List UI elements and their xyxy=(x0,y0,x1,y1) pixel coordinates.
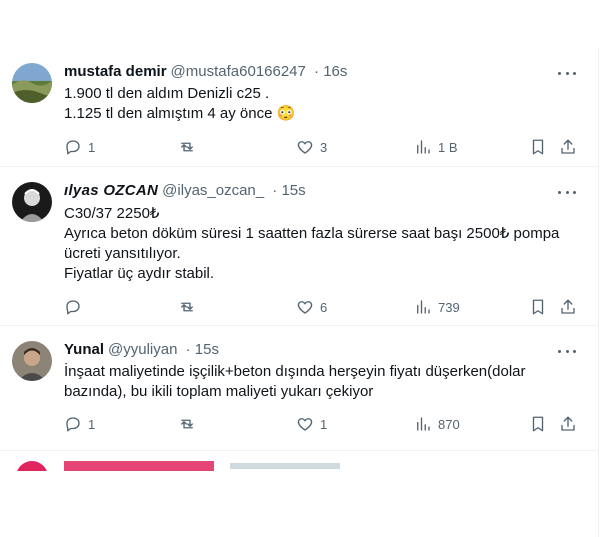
more-icon[interactable] xyxy=(558,63,576,83)
view-count: 739 xyxy=(438,299,460,315)
bookmark-icon xyxy=(532,299,544,315)
bookmark-button[interactable] xyxy=(529,137,547,157)
avatar[interactable] xyxy=(12,63,52,103)
timestamp[interactable]: 16s xyxy=(323,63,347,80)
reply-icon xyxy=(66,140,80,155)
view-count: 870 xyxy=(438,416,460,432)
tweet-line: 1.125 tl den almıştım 4 ay önce 😳 xyxy=(64,105,296,122)
tweet-text: 1.900 tl den aldım Denizli c25 . 1.125 t… xyxy=(64,84,574,124)
timestamp[interactable]: 15s xyxy=(195,341,219,358)
like-icon xyxy=(297,418,313,431)
share-icon xyxy=(561,139,575,154)
tweet-text: C30/37 2250₺ Ayrıca beton döküm süresi 1… xyxy=(64,204,574,284)
reply-icon xyxy=(66,417,80,432)
retweet-icon xyxy=(181,419,193,429)
views-icon xyxy=(417,140,430,154)
handle[interactable]: @mustafa60166247 xyxy=(171,63,306,80)
tweet-4-partial[interactable] xyxy=(0,451,598,471)
tweet-line: ücreti yansıtılıyor. xyxy=(64,245,181,262)
share-icon xyxy=(561,416,575,431)
like-button[interactable]: 3 xyxy=(296,137,327,157)
views-button[interactable]: 1 B xyxy=(414,137,458,157)
views-icon xyxy=(417,300,430,314)
like-icon xyxy=(297,141,313,154)
reply-button[interactable]: 1 xyxy=(64,137,95,157)
reply-count: 1 xyxy=(88,139,96,155)
tweet-actions: 1 3 1 B xyxy=(64,137,576,157)
bookmark-button[interactable] xyxy=(529,297,547,317)
like-button[interactable]: 6 xyxy=(296,297,327,317)
bookmark-icon xyxy=(532,139,544,155)
views-icon xyxy=(417,417,430,431)
like-icon xyxy=(297,301,313,314)
views-button[interactable]: 870 xyxy=(414,414,460,434)
tweet-1[interactable]: mustafa demir @mustafa60166247 · 16s 1.90… xyxy=(0,47,598,167)
handle[interactable]: @yyuliyan xyxy=(108,341,177,358)
display-name[interactable]: ılyas OZCAN xyxy=(64,182,158,199)
tweet-text: İnşaat maliyetinde işçilik+beton dışında… xyxy=(64,362,574,402)
like-count: 1 xyxy=(320,416,328,432)
tweet-line: bazında), bu ikili toplam maliyeti yukar… xyxy=(64,383,374,400)
tweet-actions: 1 1 870 xyxy=(64,414,576,434)
tweet-actions: 6 739 xyxy=(64,297,576,317)
avatar[interactable] xyxy=(12,341,52,381)
reply-icon xyxy=(66,300,80,315)
share-button[interactable] xyxy=(559,137,577,157)
tweet-line: Ayrıca beton döküm süresi 1 saatten fazl… xyxy=(64,225,560,242)
reply-button[interactable]: 1 xyxy=(64,414,95,434)
views-button[interactable]: 739 xyxy=(414,297,460,317)
share-icon xyxy=(561,299,575,314)
view-count: 1 B xyxy=(438,139,458,155)
reply-button[interactable] xyxy=(64,297,88,317)
more-icon[interactable] xyxy=(558,182,576,202)
like-count: 3 xyxy=(320,139,328,155)
reply-feed: mustafa demir @mustafa60166247 · 16s 1.90… xyxy=(0,47,599,537)
tweet-3[interactable]: Yunal @yyuliyan · 15s İnşaat maliyetinde … xyxy=(0,326,598,451)
tweet-header: Yunal @yyuliyan · 15s xyxy=(64,341,219,358)
retweet-button[interactable] xyxy=(178,297,202,317)
tweet-line: 1.900 tl den aldım Denizli c25 . xyxy=(64,85,270,102)
display-name[interactable] xyxy=(64,461,214,471)
retweet-icon xyxy=(181,142,193,152)
retweet-icon xyxy=(181,302,193,312)
handle[interactable] xyxy=(230,463,340,469)
timestamp[interactable]: 15s xyxy=(281,182,305,199)
more-icon[interactable] xyxy=(558,341,576,361)
display-name[interactable]: mustafa demir xyxy=(64,63,167,80)
tweet-line: İnşaat maliyetinde işçilik+beton dışında… xyxy=(64,363,526,380)
bookmark-icon xyxy=(532,416,544,432)
display-name[interactable]: Yunal xyxy=(64,341,104,358)
share-button[interactable] xyxy=(559,414,577,434)
share-button[interactable] xyxy=(559,297,577,317)
reply-count: 1 xyxy=(88,416,96,432)
tweet-line: C30/37 2250₺ xyxy=(64,205,160,222)
tweet-header: ılyas OZCAN @ilyas_ozcan_ · 15s xyxy=(64,182,306,199)
tweet-line: Fiyatlar üç aydır stabil. xyxy=(64,265,215,282)
retweet-button[interactable] xyxy=(178,414,202,434)
tweet-header: mustafa demir @mustafa60166247 · 16s xyxy=(64,63,348,80)
like-button[interactable]: 1 xyxy=(296,414,327,434)
tweet-2[interactable]: ılyas OZCAN @ilyas_ozcan_ · 15s C30/37 22… xyxy=(0,167,598,326)
handle[interactable]: @ilyas_ozcan_ xyxy=(162,182,264,199)
bookmark-button[interactable] xyxy=(529,414,547,434)
retweet-button[interactable] xyxy=(178,137,202,157)
like-count: 6 xyxy=(320,299,328,315)
avatar[interactable] xyxy=(16,461,48,471)
avatar[interactable] xyxy=(12,182,52,222)
